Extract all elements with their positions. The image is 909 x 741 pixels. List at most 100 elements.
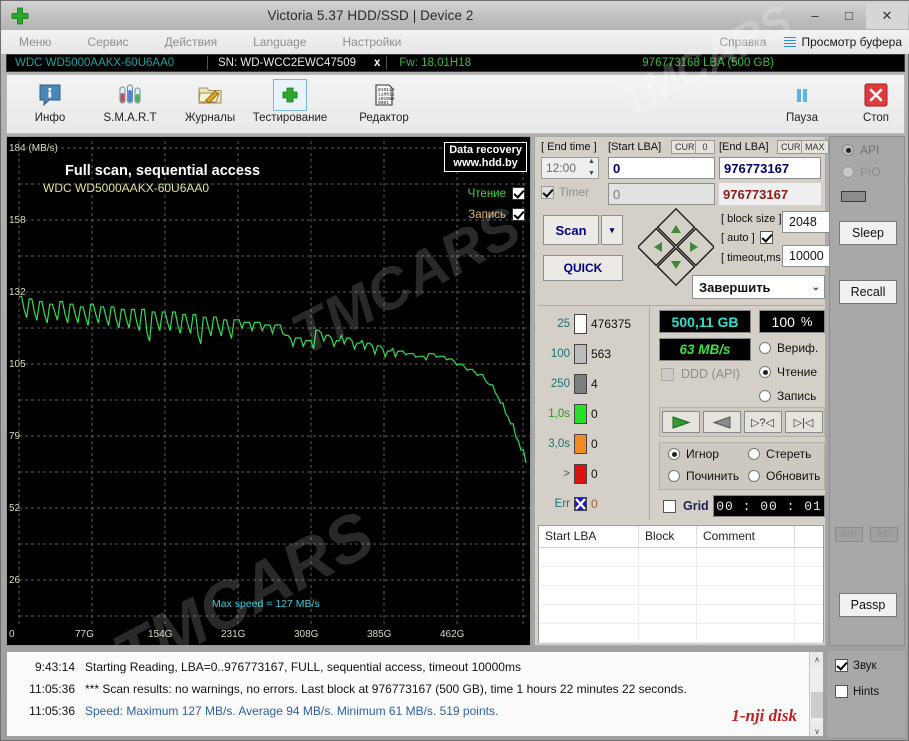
defect-table[interactable]: Start LBA Block Comment xyxy=(538,525,824,643)
hints-checkbox[interactable] xyxy=(835,685,848,698)
menu-settings[interactable]: Настройки xyxy=(325,30,420,54)
nav-play-back[interactable] xyxy=(702,411,741,433)
speed-graph[interactable]: 184 (MB/s) 158 132 105 79 52 26 0 77G 15… xyxy=(6,136,531,646)
menu-help[interactable]: Справка xyxy=(701,30,784,54)
end-lba-input[interactable]: 976773167 xyxy=(719,157,821,179)
start-lba-zero-button[interactable]: 0 xyxy=(695,140,715,154)
log-scrollbar[interactable]: ∧ ∨ xyxy=(809,652,823,736)
timer-value-input[interactable]: 0 xyxy=(608,183,715,205)
nav-play-forward[interactable] xyxy=(661,411,700,433)
table-row[interactable] xyxy=(539,567,823,586)
table-row[interactable] xyxy=(539,548,823,567)
recall-button[interactable]: Recall xyxy=(839,280,897,304)
block-size-label: [ block size ] xyxy=(721,213,782,225)
radio-write[interactable]: Запись xyxy=(759,389,816,403)
toolbar-pause[interactable]: Пауза xyxy=(765,79,839,131)
ddd-api-checkbox[interactable] xyxy=(661,367,674,381)
toolbar-smart[interactable]: S.M.A.R.T xyxy=(93,79,167,131)
grid-checkbox[interactable] xyxy=(663,499,676,513)
menu-actions[interactable]: Действия xyxy=(147,30,236,54)
toolbar-info[interactable]: Инфо xyxy=(13,79,87,131)
nav-seek-query[interactable]: ▷?◁ xyxy=(743,411,782,433)
minimize-button[interactable]: – xyxy=(798,3,832,29)
start-lba-input[interactable]: 0 xyxy=(608,157,715,179)
toolbar-stop[interactable]: Стоп xyxy=(839,79,909,131)
y-tick-79: 79 xyxy=(9,431,21,442)
finish-action-value: Завершить xyxy=(699,279,771,295)
table-row[interactable] xyxy=(539,605,823,624)
quick-button[interactable]: QUICK xyxy=(543,255,623,281)
read-checkbox-row[interactable]: Чтение xyxy=(468,187,525,200)
menu-service[interactable]: Сервис xyxy=(69,30,146,54)
toolbar-logs[interactable]: Журналы xyxy=(173,79,247,131)
legend-count: 0 xyxy=(591,437,598,451)
close-button[interactable]: ✕ xyxy=(866,2,908,29)
read-checkbox[interactable] xyxy=(512,187,525,200)
radio-erase-dot[interactable] xyxy=(748,448,760,460)
table-row[interactable] xyxy=(539,586,823,605)
finish-action-select[interactable]: Завершить ⌄ xyxy=(692,275,825,299)
radio-refresh[interactable]: Обновить xyxy=(748,469,820,483)
legend-swatch xyxy=(574,314,587,334)
sound-checkbox-row[interactable]: Звук xyxy=(835,659,877,672)
radio-repair[interactable]: Починить xyxy=(668,469,739,483)
auto-checkbox-row[interactable]: [ auto ] xyxy=(721,231,773,244)
hints-checkbox-row[interactable]: Hints xyxy=(835,685,879,698)
hdd-recovery-badge[interactable]: Data recovery www.hdd.by xyxy=(444,142,527,172)
legend-swatch xyxy=(574,464,587,484)
radio-pio[interactable]: PIO xyxy=(842,165,881,179)
menu-menu[interactable]: Меню xyxy=(1,30,69,54)
radio-refresh-dot[interactable] xyxy=(748,470,760,482)
radio-ignore[interactable]: Игнор xyxy=(668,447,719,461)
radio-repair-dot[interactable] xyxy=(668,470,680,482)
radio-verify[interactable]: Вериф. xyxy=(759,341,818,355)
y-tick-26: 26 xyxy=(9,575,21,586)
toolbar-editor[interactable]: 010110 110011 101000 0001 Редактор xyxy=(347,79,421,131)
radio-api-dot[interactable] xyxy=(842,144,854,156)
legend-threshold: 100 xyxy=(550,348,570,360)
scroll-thumb[interactable] xyxy=(811,692,823,718)
x-tick-385g: 385G xyxy=(367,629,392,640)
ddd-api-checkbox-row[interactable]: DDD (API) xyxy=(661,367,740,381)
scroll-up-icon[interactable]: ∧ xyxy=(810,652,823,666)
passp-button[interactable]: Passp xyxy=(839,593,897,617)
write-checkbox[interactable] xyxy=(512,208,525,221)
table-row[interactable] xyxy=(539,624,823,643)
auto-checkbox[interactable] xyxy=(759,231,773,244)
cell xyxy=(697,624,795,642)
write-checkbox-row[interactable]: Запись xyxy=(468,208,525,221)
radio-pio-dot[interactable] xyxy=(842,166,854,178)
drive-close-icon[interactable]: x xyxy=(368,57,386,69)
y-tick-158: 158 xyxy=(9,215,26,226)
y-tick-0: 0 xyxy=(9,629,15,640)
timer-checkbox-row[interactable]: Timer xyxy=(541,185,589,199)
scan-button[interactable]: Scan xyxy=(543,215,599,245)
rd-button[interactable]: RD xyxy=(870,527,898,542)
radio-read-dot[interactable] xyxy=(759,366,771,378)
menu-language[interactable]: Language xyxy=(235,30,324,54)
wr-button[interactable]: WR xyxy=(835,527,863,542)
end-lba-max-button[interactable]: MAX xyxy=(801,140,829,154)
toolbar-testing[interactable]: Тестирование xyxy=(253,79,327,131)
buffer-view-button[interactable]: Просмотр буфера xyxy=(784,35,909,49)
grid-checkbox-row[interactable]: Grid xyxy=(663,499,709,513)
maximize-button[interactable]: □ xyxy=(832,3,866,29)
sleep-button[interactable]: Sleep xyxy=(839,221,897,245)
nav-seek-end[interactable]: ▷|◁ xyxy=(784,411,823,433)
radio-write-dot[interactable] xyxy=(759,390,771,402)
sound-checkbox[interactable] xyxy=(835,659,848,672)
timer-label: Timer xyxy=(559,185,590,199)
radio-ignore-dot[interactable] xyxy=(668,448,680,460)
timer-checkbox[interactable] xyxy=(541,185,554,199)
scroll-down-icon[interactable]: ∨ xyxy=(810,724,823,736)
radio-verify-dot[interactable] xyxy=(759,342,771,354)
scan-dropdown-button[interactable]: ▾ xyxy=(601,215,623,245)
log-panel[interactable]: 9:43:14 Starting Reading, LBA=0..9767731… xyxy=(6,651,824,737)
radio-read[interactable]: Чтение xyxy=(759,365,817,379)
radio-erase[interactable]: Стереть xyxy=(748,447,811,461)
green-plus-icon xyxy=(273,79,307,111)
radio-api[interactable]: API xyxy=(842,143,879,157)
legend-1s: 1,0s 0 xyxy=(540,399,648,429)
end-time-spinner[interactable]: ▲ ▼ xyxy=(588,158,600,178)
cell xyxy=(697,605,795,623)
